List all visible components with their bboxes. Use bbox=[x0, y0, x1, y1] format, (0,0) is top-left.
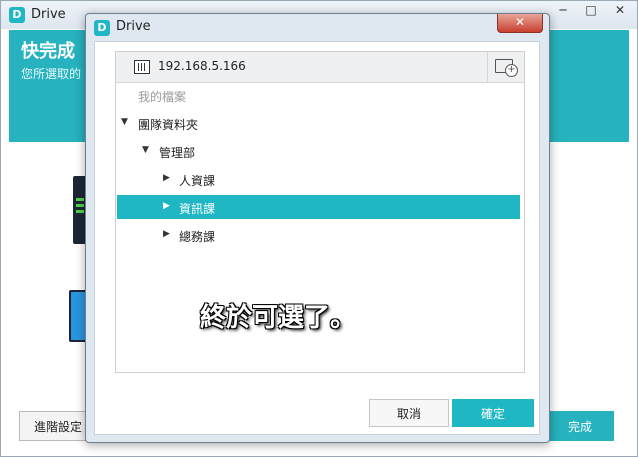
setup-subtext: 您所選取的 bbox=[21, 67, 82, 81]
collapsed-arrow-icon[interactable]: ▶ bbox=[163, 201, 170, 211]
tree-item-management[interactable]: ▼ 管理部 bbox=[116, 139, 524, 163]
overlay-caption: 終於可選了。 bbox=[200, 303, 357, 333]
collapsed-arrow-icon[interactable]: ▶ bbox=[163, 229, 170, 239]
background-window-title: Drive bbox=[31, 7, 66, 22]
tree-item-label: 管理部 bbox=[159, 146, 196, 160]
minimize-icon[interactable]: ─ bbox=[549, 1, 577, 21]
dialog-body: 192.168.5.166 + 我的檔案 ▼ 團隊資料夾 ▼ 管理部 ▶ 人資課 bbox=[94, 41, 540, 435]
tree-item-label: 總務課 bbox=[179, 230, 216, 244]
tree-item-label: 資訊課 bbox=[179, 202, 216, 216]
drive-logo-icon: D bbox=[94, 20, 110, 36]
plus-icon: + bbox=[505, 64, 518, 77]
finish-button[interactable]: 完成 bbox=[546, 411, 614, 441]
maximize-icon[interactable]: □ bbox=[577, 1, 605, 21]
tree-item-my-files[interactable]: 我的檔案 bbox=[116, 83, 524, 107]
tree-item-team-folder[interactable]: ▼ 團隊資料夾 bbox=[116, 111, 524, 135]
ok-button[interactable]: 確定 bbox=[452, 399, 534, 427]
expand-arrow-icon[interactable]: ▼ bbox=[121, 117, 128, 127]
tree-item-label: 團隊資料夾 bbox=[138, 118, 199, 132]
tree-item-hr[interactable]: ▶ 人資課 bbox=[116, 167, 524, 191]
new-folder-button[interactable]: + bbox=[487, 52, 525, 82]
drive-logo-icon: D bbox=[9, 7, 25, 23]
server-icon bbox=[134, 60, 150, 74]
tree-item-it[interactable]: ▶ 資訊課 bbox=[117, 195, 520, 219]
cancel-button[interactable]: 取消 bbox=[369, 399, 449, 427]
close-icon[interactable]: ✕ bbox=[605, 1, 635, 21]
folder-picker-dialog: D Drive ✕ 192.168.5.166 + 我的檔案 ▼ 團隊資料夾 ▼… bbox=[85, 13, 550, 443]
server-address: 192.168.5.166 bbox=[158, 59, 246, 73]
expand-arrow-icon[interactable]: ▼ bbox=[142, 145, 149, 155]
setup-heading: 快完成 bbox=[21, 41, 75, 62]
tree-item-general-affairs[interactable]: ▶ 總務課 bbox=[116, 223, 524, 247]
tree-item-label: 人資課 bbox=[179, 174, 216, 188]
tree-item-label: 我的檔案 bbox=[138, 90, 187, 104]
collapsed-arrow-icon[interactable]: ▶ bbox=[163, 173, 170, 183]
dialog-title: Drive bbox=[116, 19, 151, 34]
server-row[interactable]: 192.168.5.166 + bbox=[116, 52, 524, 83]
dialog-close-button[interactable]: ✕ bbox=[497, 14, 543, 33]
